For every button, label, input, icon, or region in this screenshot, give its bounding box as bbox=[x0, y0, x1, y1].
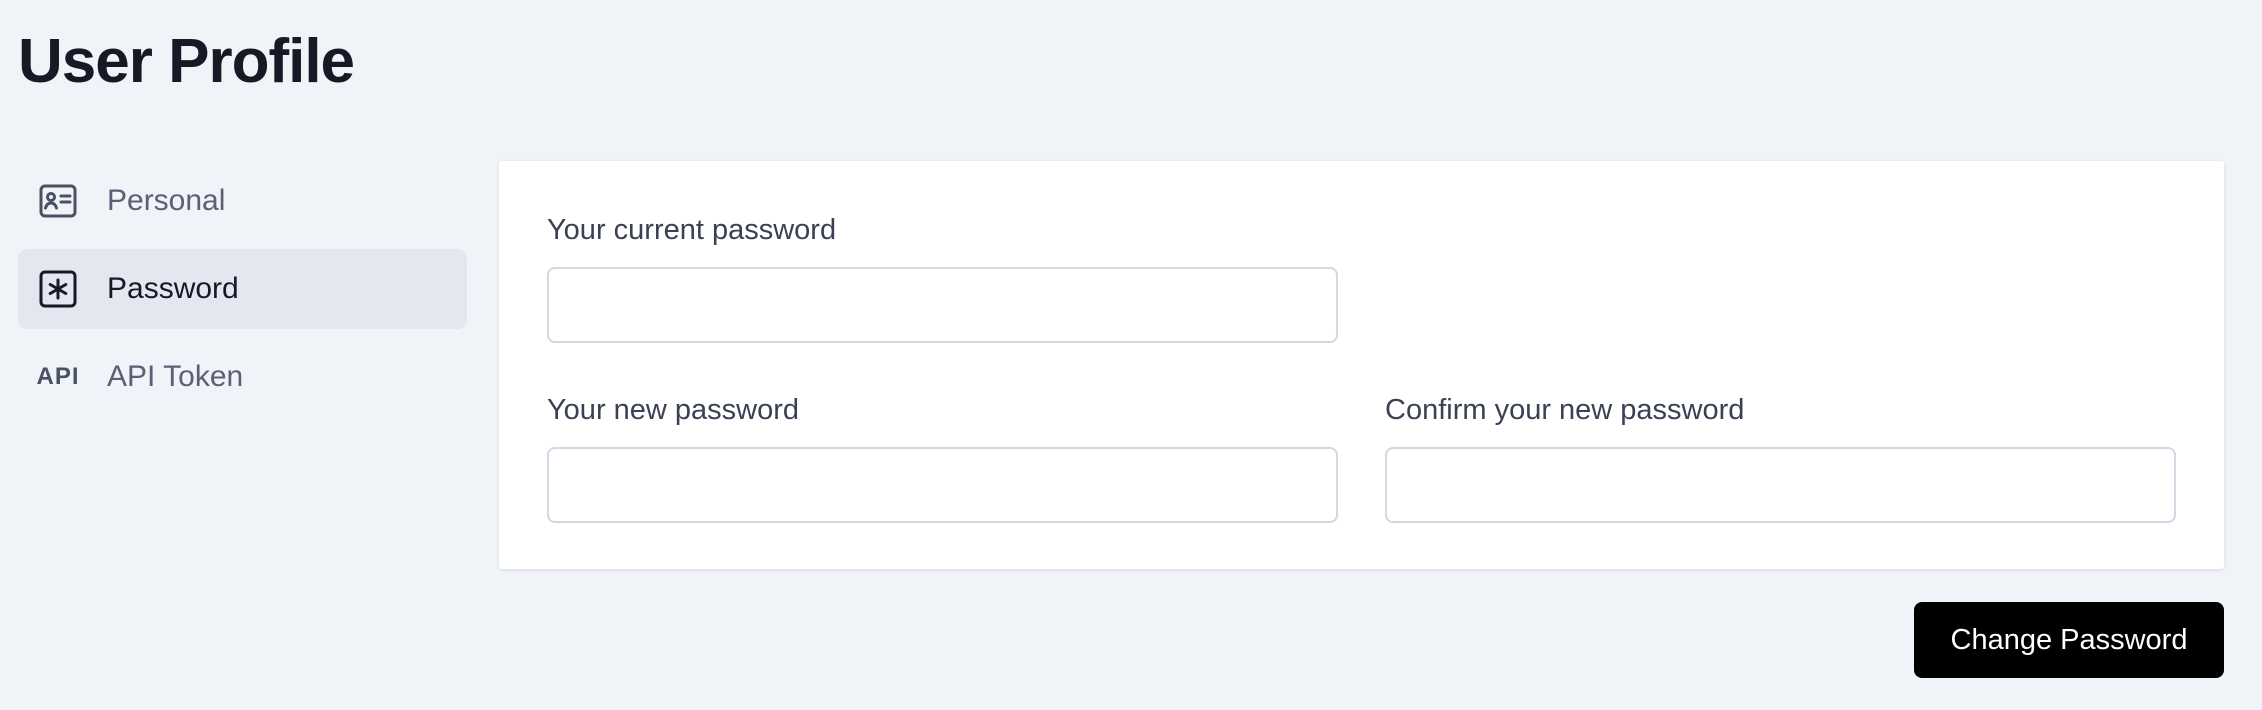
current-password-label: Your current password bbox=[547, 214, 837, 246]
sidebar-item-password[interactable]: Password bbox=[18, 249, 467, 329]
sidebar-item-label: API Token bbox=[107, 360, 244, 393]
id-card-icon bbox=[38, 181, 78, 221]
confirm-password-label: Confirm your new password bbox=[1385, 394, 1745, 426]
page-title: User Profile bbox=[18, 27, 355, 96]
user-profile-page: User Profile Personal Password API API T… bbox=[0, 0, 2262, 710]
current-password-input[interactable] bbox=[547, 267, 1338, 343]
api-icon: API bbox=[36, 357, 80, 397]
new-password-label: Your new password bbox=[547, 394, 800, 426]
sidebar-item-personal[interactable]: Personal bbox=[18, 161, 467, 241]
confirm-password-field: Confirm your new password bbox=[1385, 393, 2176, 523]
sidebar-item-label: Personal bbox=[107, 184, 226, 217]
profile-sidebar: Personal Password API API Token bbox=[18, 161, 467, 425]
sidebar-item-api-token[interactable]: API API Token bbox=[18, 337, 467, 417]
password-form-card: Your current password Your new password … bbox=[499, 161, 2224, 569]
new-password-input[interactable] bbox=[547, 447, 1338, 523]
change-password-button[interactable]: Change Password bbox=[1914, 602, 2224, 678]
confirm-password-input[interactable] bbox=[1385, 447, 2176, 523]
api-icon-text: API bbox=[36, 363, 80, 390]
asterisk-box-icon bbox=[38, 269, 78, 309]
sidebar-item-label: Password bbox=[107, 272, 239, 305]
current-password-field: Your current password bbox=[547, 213, 1338, 343]
new-password-field: Your new password bbox=[547, 393, 1338, 523]
